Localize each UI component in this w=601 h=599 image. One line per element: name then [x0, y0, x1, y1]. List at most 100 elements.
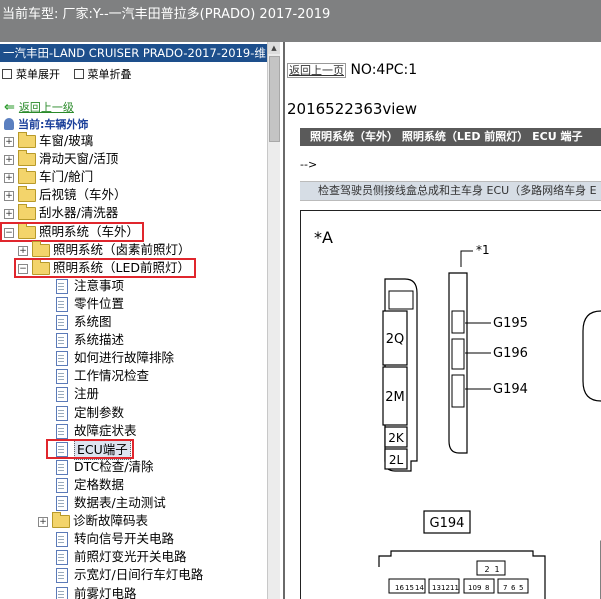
tree-folder-item[interactable]: + 滑动天窗/活顶: [0, 150, 266, 168]
tree-doc-item[interactable]: 前照灯变光开关电路: [0, 548, 266, 566]
pin-number: 9: [477, 584, 481, 592]
connector-g196-socket: [451, 338, 465, 370]
pin-number: 10: [468, 584, 477, 592]
scrollbar-thumb[interactable]: [269, 56, 280, 142]
tree-item-label[interactable]: 转向信号开关电路: [74, 530, 174, 548]
tree-doc-item[interactable]: 注册: [0, 385, 266, 403]
tree-item-label[interactable]: 诊断故障码表: [73, 512, 148, 530]
scroll-up-arrow-icon[interactable]: ▲: [268, 42, 280, 54]
tree-doc-item[interactable]: 转向信号开关电路: [0, 530, 266, 548]
tree-doc-item[interactable]: 故障症状表: [0, 422, 266, 440]
expand-node-icon[interactable]: +: [4, 155, 14, 166]
back-link-label[interactable]: 返回上一级: [19, 101, 74, 114]
pin-number: 2: [484, 565, 489, 574]
tree-item-label[interactable]: 照明系统（卤素前照灯）: [53, 241, 191, 259]
expand-node-icon[interactable]: +: [4, 209, 14, 220]
tree-doc-item[interactable]: 前雾灯电路: [0, 585, 266, 599]
tree-doc-item[interactable]: 系统图: [0, 313, 266, 331]
tree-item-label[interactable]: 示宽灯/日间行车灯电路: [74, 566, 203, 584]
connector-g195-socket: [451, 310, 465, 334]
tree-item-label[interactable]: 注册: [74, 385, 99, 403]
tree-folder-item[interactable]: + 照明系统（卤素前照灯）: [0, 240, 266, 259]
arrow-marker: -->: [300, 158, 318, 171]
document-icon: [56, 278, 68, 294]
partial-component-outline: [582, 310, 601, 402]
tree-item-label[interactable]: 如何进行故障排除: [74, 349, 174, 367]
tree-item-label[interactable]: DTC检查/清除: [74, 458, 153, 476]
pin-number: 8: [485, 584, 489, 592]
tree-doc-item[interactable]: 注意事项: [0, 277, 266, 295]
return-previous-page-link[interactable]: 返回上一页: [287, 63, 346, 78]
tree-doc-item[interactable]: 零件位置: [0, 295, 266, 313]
pin-number: 16: [395, 584, 404, 592]
collapse-menu-button[interactable]: 菜单折叠: [73, 66, 132, 82]
tree-folder-item[interactable]: + 车门/舱门: [0, 168, 266, 186]
tree-item-label[interactable]: 前雾灯电路: [74, 585, 137, 599]
expand-menu-button[interactable]: 菜单展开: [2, 66, 60, 82]
window-title: 当前车型: 厂家:Y--一汽丰田普拉多(PRADO) 2017-2019: [2, 7, 331, 22]
back-link[interactable]: ⇐ 返回上一级: [4, 99, 74, 115]
pin-number: 7: [503, 584, 507, 592]
pin-number: 6: [511, 584, 516, 592]
expand-node-icon[interactable]: +: [18, 245, 28, 256]
highlight-box: [46, 438, 134, 459]
tree-item-label[interactable]: 定格数据: [74, 476, 124, 494]
tree-item-label[interactable]: 刮水器/清洗器: [39, 204, 118, 222]
expand-node-icon[interactable]: +: [4, 191, 14, 202]
connector-diagram: *A *1 2Q 2M 2K 2L G195 G196 G194 G194 2 …: [300, 210, 601, 599]
tree-item-label[interactable]: 后视镜（车外）: [39, 186, 127, 204]
tree-folder-item[interactable]: + 刮水器/清洗器: [0, 204, 266, 222]
tree-doc-item[interactable]: DTC检查/清除: [0, 458, 266, 476]
junction-block-slot: [388, 290, 414, 310]
connector-diagram-svg: *A *1 2Q 2M 2K 2L G195 G196 G194 G194 2 …: [314, 228, 601, 599]
tree-doc-item[interactable]: 如何进行故障排除: [0, 349, 266, 367]
document-icon: [56, 351, 68, 367]
pin-number: 13: [432, 584, 441, 592]
document-icon: [56, 496, 68, 511]
tree-item-label[interactable]: 零件位置: [74, 295, 124, 313]
tree-item-label[interactable]: 工作情况检查: [74, 367, 149, 385]
tree-item-label[interactable]: 系统图: [74, 313, 112, 331]
tree-folder-item[interactable]: + 后视镜（车外）: [0, 186, 266, 204]
tree-doc-item[interactable]: 定格数据: [0, 476, 266, 494]
tree-item-label[interactable]: 滑动天窗/活顶: [39, 150, 118, 168]
folder-icon: [18, 150, 36, 167]
tree-folder-item[interactable]: + 诊断故障码表: [0, 512, 266, 530]
folder-icon: [32, 240, 50, 257]
tree-folder-item[interactable]: + 车窗/玻璃: [0, 132, 266, 150]
tree-doc-item[interactable]: 定制参数: [0, 404, 266, 422]
folder-icon: [18, 132, 36, 148]
folder-icon: [18, 204, 36, 221]
connector-g194-socket: [451, 374, 465, 408]
expand-node-icon[interactable]: +: [4, 173, 14, 184]
expand-node-icon[interactable]: +: [4, 137, 14, 147]
tree-item-label[interactable]: 前照灯变光开关电路: [74, 548, 187, 566]
tree-doc-item[interactable]: 工作情况检查: [0, 367, 266, 385]
document-icon: [56, 550, 68, 566]
tree-doc-item[interactable]: 系统描述: [0, 331, 266, 349]
document-icon: [56, 369, 68, 385]
expand-node-icon[interactable]: +: [38, 517, 48, 528]
folder-icon: [18, 168, 36, 185]
panel-header: 一汽丰田-LAND CRUISER PRADO-2017-2019-维: [0, 44, 269, 62]
content-nav: 返回上一页 NO:4PC:1: [287, 62, 417, 78]
folder-icon: [52, 512, 70, 529]
tree-item-label[interactable]: 系统描述: [74, 331, 124, 349]
relay-2l-label: 2L: [389, 453, 404, 467]
relay-2q-label: 2Q: [386, 332, 405, 347]
tree-item-label[interactable]: 注意事项: [74, 277, 124, 295]
tree-item-label[interactable]: 车窗/玻璃: [39, 132, 93, 150]
tree-doc-item[interactable]: 数据表/主动测试: [0, 494, 266, 512]
document-id: 2016522363view: [287, 100, 417, 118]
document-icon: [56, 477, 68, 493]
current-location: 当前:车辆外饰: [4, 116, 88, 132]
tree-item-label[interactable]: 故障症状表: [74, 422, 137, 440]
tree-item-label[interactable]: 数据表/主动测试: [74, 494, 166, 512]
document-icon: [56, 387, 68, 403]
tree-item-label[interactable]: 定制参数: [74, 404, 124, 422]
tree-item-label[interactable]: 车门/舱门: [39, 168, 93, 186]
left-scrollbar[interactable]: ▲: [267, 42, 280, 599]
current-label: 当前:车辆外饰: [18, 118, 89, 131]
document-icon: [56, 333, 68, 349]
tree-doc-item[interactable]: 示宽灯/日间行车灯电路: [0, 566, 266, 584]
